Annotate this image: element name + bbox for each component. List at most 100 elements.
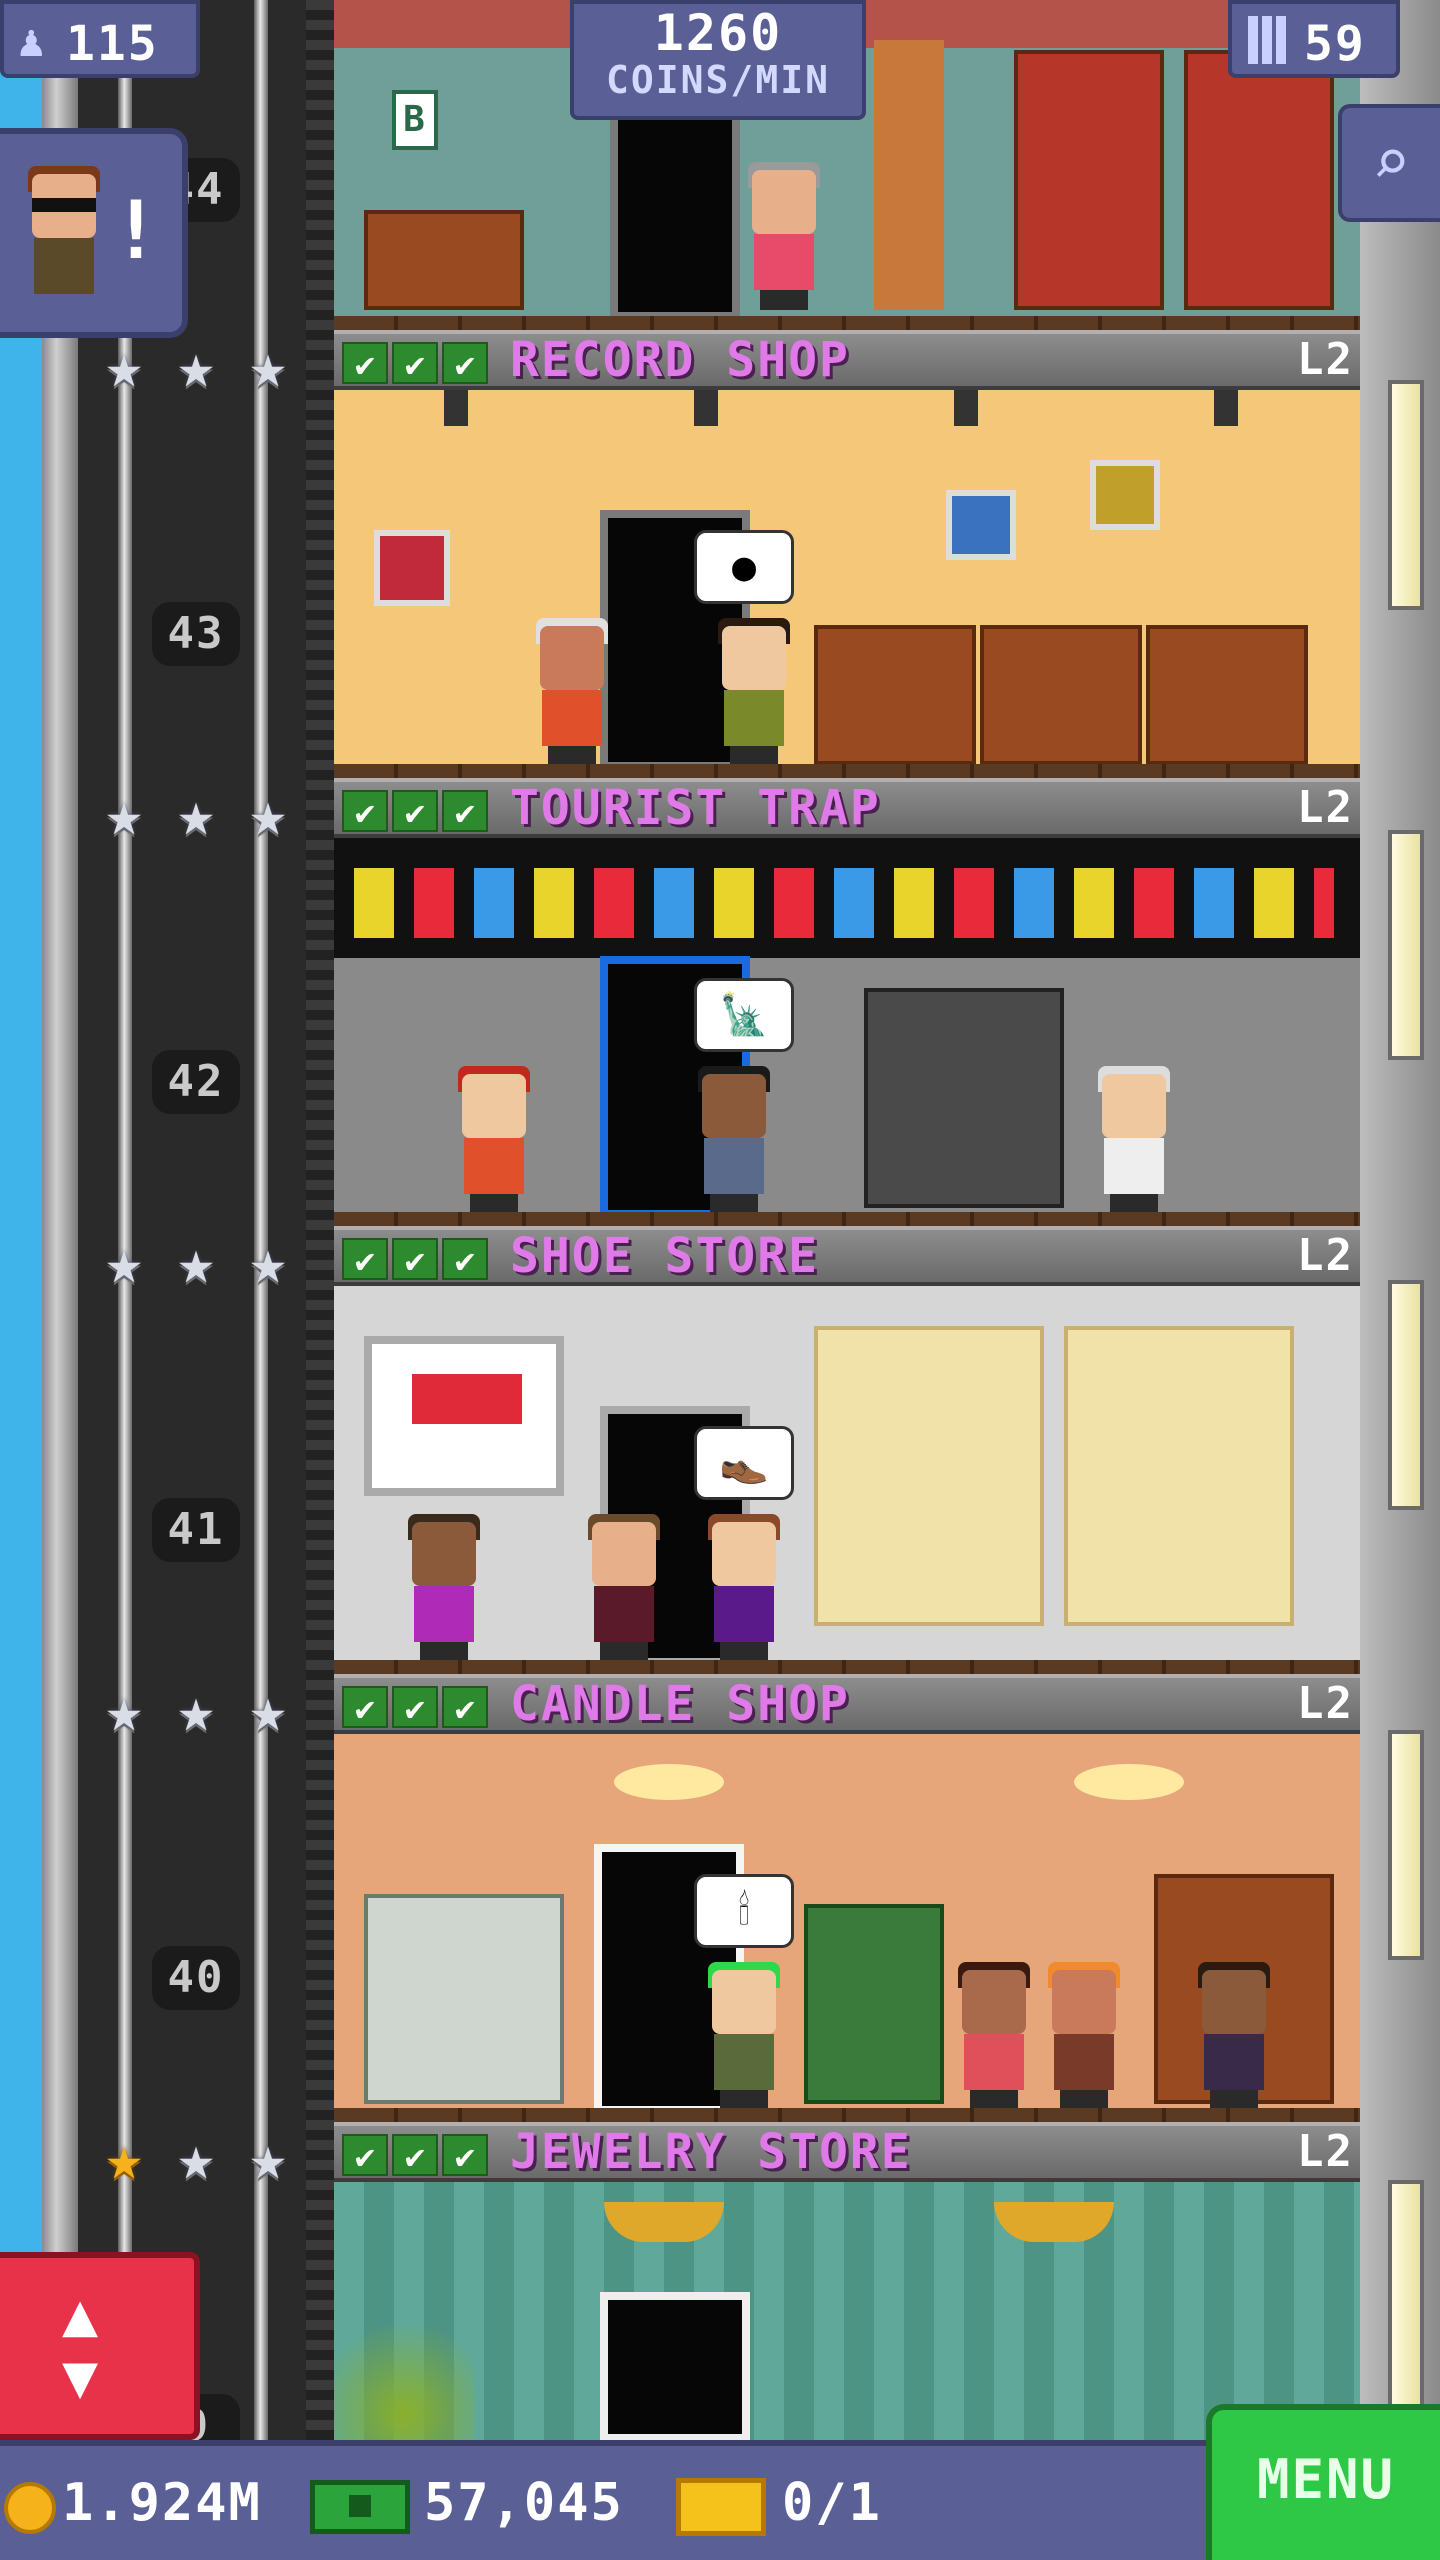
bookshelf: [1014, 50, 1164, 310]
tenant[interactable]: [704, 1962, 784, 2110]
star-icon: ★: [249, 1673, 287, 1746]
population-counter[interactable]: ♟ 115: [0, 0, 200, 78]
pillar: [874, 40, 944, 310]
shaft-girder: [306, 0, 334, 2440]
plant: [334, 2302, 474, 2440]
tenant[interactable]: [1044, 1962, 1124, 2110]
exclamation-icon: !: [111, 184, 162, 277]
floor-door: [610, 110, 740, 320]
floor-stars: ★ ★ ★: [92, 1678, 304, 1744]
bookshelf: [364, 210, 524, 310]
tenant[interactable]: [1194, 1962, 1274, 2110]
tenant[interactable]: [1094, 1066, 1174, 1214]
check-icon: ✔: [392, 1238, 438, 1281]
floor-label-bar[interactable]: ✔ ✔ ✔ SHOE STORE L2: [334, 1226, 1360, 1286]
checks: ✔ ✔ ✔: [342, 1686, 488, 1729]
menu-button[interactable]: MENU: [1206, 2404, 1440, 2560]
coins-per-min-label: COINS/MIN: [606, 58, 830, 102]
ceiling-lamp: [614, 1764, 724, 1800]
star-icon: ★: [177, 329, 215, 402]
star-icon: ★: [177, 1673, 215, 1746]
vip-alert-button[interactable]: !: [0, 128, 188, 338]
floor-label-bar[interactable]: ✔ ✔ ✔ RECORD SHOP L2: [334, 330, 1360, 390]
souvenir-display: [354, 868, 1334, 938]
edge-window: [1388, 830, 1424, 1060]
floor-boards: [334, 1212, 1360, 1226]
floor-sign: B: [392, 90, 438, 150]
floor-door: [600, 2292, 750, 2440]
framed-record: [1090, 460, 1160, 530]
floor-count-display[interactable]: 59: [1228, 0, 1400, 78]
floor-jewelry-store[interactable]: [334, 2182, 1360, 2440]
edge-window: [1388, 380, 1424, 610]
floor-candle-shop[interactable]: 🕯: [334, 1734, 1360, 2122]
floor-label-bar[interactable]: ✔ ✔ ✔ TOURIST TRAP L2: [334, 778, 1360, 838]
tower-edge: [1360, 0, 1440, 2440]
floor-stars: ★ ★ ★: [92, 782, 304, 848]
coins-per-min-value: 1260: [653, 4, 783, 62]
coins-value: 1.924M: [62, 2473, 262, 2533]
speech-bubble[interactable]: ●: [694, 530, 794, 604]
checks: ✔ ✔ ✔: [342, 1238, 488, 1281]
record-shelf: [1146, 625, 1308, 765]
tenant[interactable]: [532, 618, 612, 766]
edge-window: [1388, 1280, 1424, 1510]
tickets-value: 0/1: [782, 2473, 882, 2533]
coins-per-min-display[interactable]: 1260 COINS/MIN: [570, 0, 866, 120]
magnifier-icon: ⌕: [1371, 126, 1411, 200]
floor-shoe-store[interactable]: 👞: [334, 1286, 1360, 1674]
floor-tourist-trap[interactable]: 🗽: [334, 838, 1360, 1226]
star-icon: ★: [105, 329, 143, 402]
tenant[interactable]: [954, 1962, 1034, 2110]
speech-bubble[interactable]: 👞: [694, 1426, 794, 1500]
floor-label-bar[interactable]: ✔ ✔ ✔ CANDLE SHOP L2: [334, 1674, 1360, 1734]
tenant[interactable]: [704, 1514, 784, 1662]
floor-record-shop[interactable]: ●: [334, 390, 1360, 778]
floor-boards: [334, 2108, 1360, 2122]
floor-boards: [334, 764, 1360, 778]
check-icon: ✔: [342, 2134, 388, 2177]
spot-lamp: [694, 390, 718, 426]
star-icon: ★: [105, 777, 143, 850]
edge-window: [1388, 2180, 1424, 2410]
star-icon: ★: [177, 2121, 215, 2194]
shoe-wall: [1064, 1326, 1294, 1626]
shop-level: L2: [1297, 782, 1354, 833]
merch-rack: [864, 988, 1064, 1208]
tenant[interactable]: [694, 1066, 774, 1214]
framed-record: [374, 530, 450, 606]
tenant[interactable]: [404, 1514, 484, 1662]
check-icon: ✔: [392, 342, 438, 385]
search-button[interactable]: ⌕: [1338, 104, 1440, 222]
star-icon: ★: [177, 1225, 215, 1298]
speech-bubble[interactable]: 🗽: [694, 978, 794, 1052]
floor-label-bar[interactable]: ✔ ✔ ✔ JEWELRY STORE L2: [334, 2122, 1360, 2182]
shoe-wall: [814, 1326, 1044, 1626]
shoe-poster: [364, 1336, 564, 1496]
tenant[interactable]: [714, 618, 794, 766]
floor-stars: ★ ★ ★: [92, 1230, 304, 1296]
candle-shelf: [364, 1894, 564, 2104]
checks: ✔ ✔ ✔: [342, 2134, 488, 2177]
star-icon: ★: [105, 1225, 143, 1298]
gold-star-icon: ★: [105, 2121, 143, 2194]
check-icon: ✔: [442, 1238, 488, 1281]
check-icon: ✔: [342, 790, 388, 833]
shop-level: L2: [1297, 1678, 1354, 1729]
check-icon: ✔: [342, 342, 388, 385]
vip-avatar: [24, 166, 104, 314]
ceiling-lamp: [1074, 1764, 1184, 1800]
shaft-floor-number: 41: [152, 1498, 240, 1562]
floor-boards: [334, 1660, 1360, 1674]
sunglasses-icon: [32, 198, 96, 212]
record-shelf: [814, 625, 976, 765]
tenant[interactable]: [584, 1514, 664, 1662]
floor-boards: [334, 316, 1360, 330]
speech-bubble[interactable]: 🕯: [694, 1874, 794, 1948]
star-icon: ★: [249, 2121, 287, 2194]
tenant[interactable]: [454, 1066, 534, 1214]
tenant[interactable]: [744, 162, 824, 310]
elevator-button[interactable]: ▲ ▼: [0, 2252, 200, 2440]
shop-name: CANDLE SHOP: [510, 1676, 850, 1732]
check-icon: ✔: [442, 342, 488, 385]
